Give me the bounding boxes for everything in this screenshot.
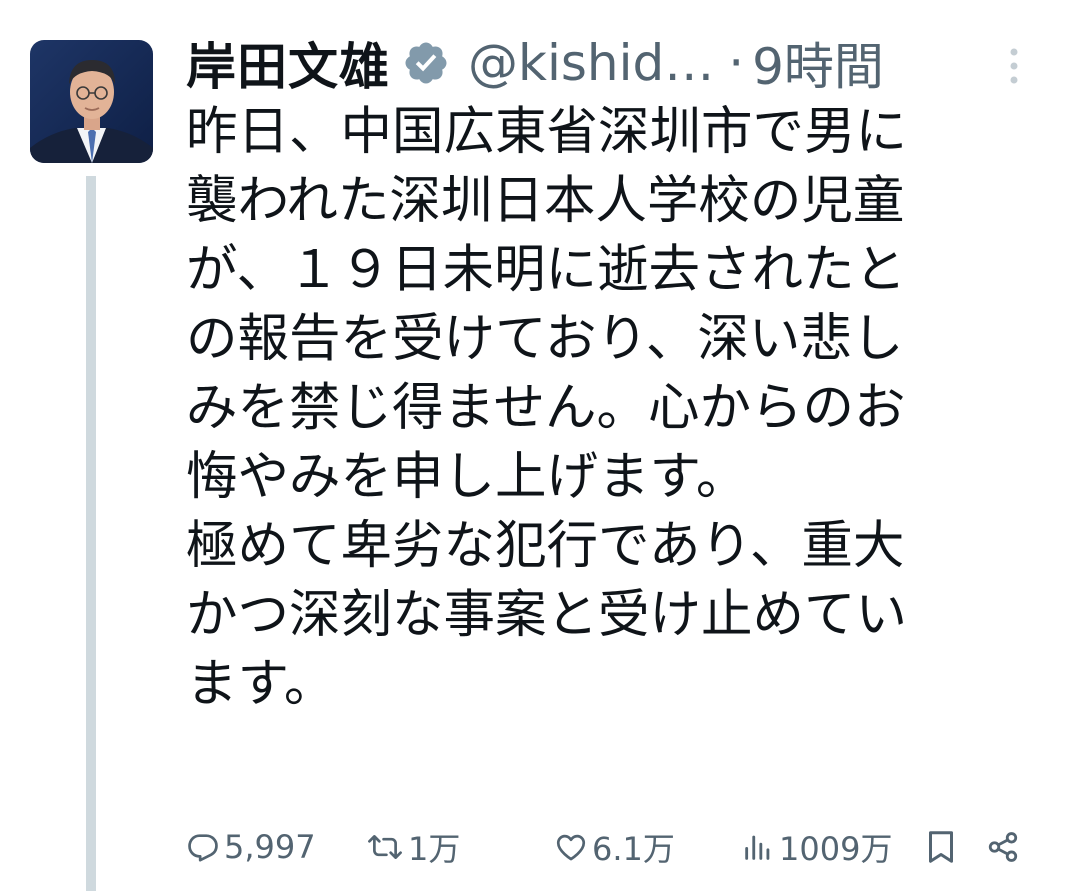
repost-count: 1万 bbox=[408, 830, 461, 868]
like-button[interactable]: 6.1万 bbox=[554, 822, 675, 872]
repost-icon bbox=[366, 830, 404, 864]
header-separator: · bbox=[728, 34, 745, 92]
views-button[interactable]: 1009万 bbox=[741, 822, 892, 872]
views-count: 1009万 bbox=[779, 830, 893, 868]
reply-count: 5,997 bbox=[224, 828, 316, 866]
tweet[interactable]: 岸田文雄 @kishid… · 9時間 昨日、中国広東省深圳市で男に 襲われた深… bbox=[0, 0, 1073, 891]
tweet-header: 岸田文雄 @kishid… · 9時間 bbox=[186, 28, 884, 98]
like-count: 6.1万 bbox=[592, 830, 675, 868]
avatar-image bbox=[30, 40, 153, 163]
author-display-name[interactable]: 岸田文雄 bbox=[186, 27, 390, 99]
verified-badge-icon[interactable] bbox=[402, 39, 450, 87]
avatar[interactable] bbox=[30, 40, 153, 163]
share-icon bbox=[986, 830, 1020, 864]
heart-icon bbox=[554, 830, 588, 864]
more-options-icon[interactable] bbox=[1002, 46, 1026, 86]
tweet-actions-bar: 5,997 1万 6.1万 1009万 bbox=[186, 822, 1036, 872]
thread-connector-line bbox=[86, 176, 96, 891]
reply-button[interactable]: 5,997 bbox=[186, 822, 316, 872]
author-handle[interactable]: @kishid… bbox=[468, 34, 714, 92]
tweet-text: 昨日、中国広東省深圳市で男に 襲われた深圳日本人学校の児童 が、１９日未明に逝去… bbox=[186, 102, 908, 714]
bookmark-icon bbox=[926, 829, 956, 865]
repost-button[interactable]: 1万 bbox=[366, 822, 460, 872]
views-icon bbox=[741, 830, 775, 864]
tweet-timestamp[interactable]: 9時間 bbox=[752, 27, 884, 99]
share-button[interactable] bbox=[986, 822, 1020, 872]
reply-icon bbox=[186, 830, 220, 864]
bookmark-button[interactable] bbox=[926, 822, 956, 872]
